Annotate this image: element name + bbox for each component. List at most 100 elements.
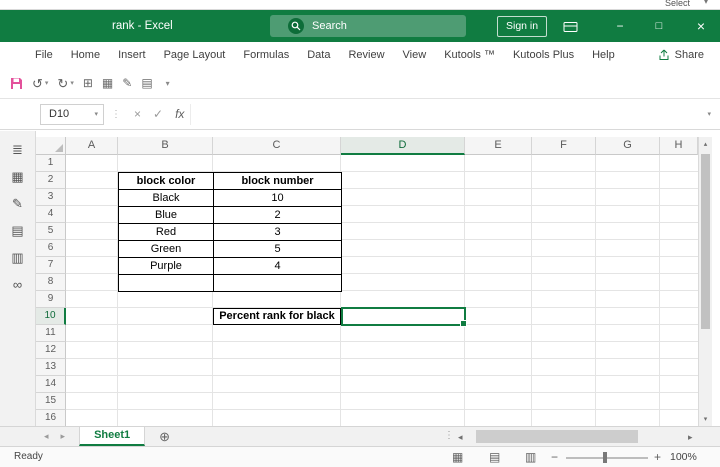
scroll-down-icon[interactable]: ▾ xyxy=(699,415,712,423)
vertical-scrollbar-thumb[interactable] xyxy=(701,154,710,329)
row-header-9[interactable]: 9 xyxy=(36,291,66,308)
add-sheet-icon[interactable]: ⊕ xyxy=(159,429,170,445)
selected-cell-D10[interactable] xyxy=(341,307,467,327)
row-header-5[interactable]: 5 xyxy=(36,223,66,240)
select-all-button[interactable] xyxy=(36,137,66,155)
tab-view[interactable]: View xyxy=(394,49,436,61)
cell-B2[interactable]: block color xyxy=(119,173,214,190)
normal-view-icon[interactable]: ▦ xyxy=(452,447,463,467)
row-header-15[interactable]: 15 xyxy=(36,393,66,410)
vertical-scrollbar[interactable]: ▴ ▾ xyxy=(698,137,712,426)
scroll-right-icon[interactable]: ▸ xyxy=(688,432,693,443)
cell-C2[interactable]: block number xyxy=(214,173,342,190)
row-header-13[interactable]: 13 xyxy=(36,359,66,376)
close-button[interactable]: × xyxy=(682,10,720,42)
pencil-icon[interactable]: ✎ xyxy=(122,76,132,90)
row-header-7[interactable]: 7 xyxy=(36,257,66,274)
share-button[interactable]: Share xyxy=(658,42,704,68)
sheet-nav-next-icon[interactable]: ▸ xyxy=(55,431,72,442)
tab-formulas[interactable]: Formulas xyxy=(234,49,298,61)
zoom-in-button[interactable]: + xyxy=(654,447,661,467)
tab-kutools[interactable]: Kutools ™ xyxy=(435,49,504,61)
tab-home[interactable]: Home xyxy=(62,49,109,61)
column-header-B[interactable]: B xyxy=(118,137,213,155)
column-header-A[interactable]: A xyxy=(66,137,118,155)
row-header-2[interactable]: 2 xyxy=(36,172,66,189)
search-box[interactable]: Search xyxy=(270,15,466,37)
table-icon[interactable]: ⊞ xyxy=(83,76,93,90)
zoom-slider[interactable] xyxy=(566,457,648,459)
row-header-11[interactable]: 11 xyxy=(36,325,66,342)
menu-icon[interactable]: ≣ xyxy=(12,143,23,157)
name-box-dropdown-icon[interactable]: ▾ xyxy=(94,110,98,118)
tab-review[interactable]: Review xyxy=(339,49,393,61)
enter-icon[interactable]: ✓ xyxy=(147,107,169,121)
zoom-level[interactable]: 100% xyxy=(670,447,697,467)
pencil-icon[interactable]: ✎ xyxy=(12,197,23,211)
tab-insert[interactable]: Insert xyxy=(109,49,155,61)
fill-handle[interactable] xyxy=(460,320,467,327)
column-header-H[interactable]: H xyxy=(660,137,698,155)
tab-help[interactable]: Help xyxy=(583,49,624,61)
cell-B7[interactable]: Purple xyxy=(119,258,214,275)
page-icon[interactable]: ▤ xyxy=(141,76,152,90)
cell-C8[interactable] xyxy=(214,275,342,292)
cell-C6[interactable]: 5 xyxy=(214,241,342,258)
cell-B3[interactable]: Black xyxy=(119,190,214,207)
sheet-nav-prev-icon[interactable]: ◂ xyxy=(38,431,55,442)
cell-C4[interactable]: 2 xyxy=(214,207,342,224)
insert-function-icon[interactable]: fx xyxy=(169,107,190,121)
cell-B8[interactable] xyxy=(119,275,214,292)
tab-file[interactable]: File xyxy=(26,49,62,61)
cancel-icon[interactable]: × xyxy=(128,107,147,121)
scroll-left-icon[interactable]: ◂ xyxy=(458,432,463,443)
row-header-6[interactable]: 6 xyxy=(36,240,66,257)
redo-dropdown-icon[interactable]: ▾ xyxy=(70,79,74,87)
binoculars-icon[interactable]: ∞ xyxy=(13,278,22,292)
zoom-out-button[interactable]: − xyxy=(551,447,558,467)
row-header-8[interactable]: 8 xyxy=(36,274,66,291)
cell-B4[interactable]: Blue xyxy=(119,207,214,224)
formula-bar-handle[interactable]: ⋮ xyxy=(111,109,121,120)
row-header-3[interactable]: 3 xyxy=(36,189,66,206)
undo-dropdown-icon[interactable]: ▾ xyxy=(45,79,49,87)
cell-B5[interactable]: Red xyxy=(119,224,214,241)
tab-data[interactable]: Data xyxy=(298,49,339,61)
row-header-1[interactable]: 1 xyxy=(36,155,66,172)
save-icon[interactable] xyxy=(10,77,23,90)
redo-button[interactable]: ↻ ▾ xyxy=(57,77,73,90)
customize-qat-icon[interactable]: ▾ xyxy=(166,79,170,88)
tab-page-layout[interactable]: Page Layout xyxy=(155,49,235,61)
scroll-up-icon[interactable]: ▴ xyxy=(699,140,712,148)
cell-C5[interactable]: 3 xyxy=(214,224,342,241)
row-header-12[interactable]: 12 xyxy=(36,342,66,359)
column-header-G[interactable]: G xyxy=(596,137,660,155)
row-header-10[interactable]: 10 xyxy=(36,308,66,325)
printer-icon[interactable]: ▤ xyxy=(11,224,23,238)
cell-C3[interactable]: 10 xyxy=(214,190,342,207)
row-header-4[interactable]: 4 xyxy=(36,206,66,223)
horizontal-scrollbar-thumb[interactable] xyxy=(476,430,638,443)
column-header-C[interactable]: C xyxy=(213,137,341,155)
cell-C7[interactable]: 4 xyxy=(214,258,342,275)
formula-input[interactable] xyxy=(190,103,698,125)
column-header-E[interactable]: E xyxy=(465,137,532,155)
sheet-tab-sheet1[interactable]: Sheet1 xyxy=(79,427,146,446)
grid-icon[interactable]: ▦ xyxy=(11,170,23,184)
row-header-14[interactable]: 14 xyxy=(36,376,66,393)
tab-bar-resize-handle[interactable]: ⋮ xyxy=(444,430,454,441)
name-box[interactable]: D10 ▾ xyxy=(40,103,104,125)
row-header-16[interactable]: 16 xyxy=(36,410,66,426)
ribbon-display-options-icon[interactable] xyxy=(563,20,578,38)
grid[interactable]: block color block number Black 10 Blue 2… xyxy=(66,155,698,426)
undo-button[interactable]: ↺ ▾ xyxy=(32,77,48,90)
tab-kutools-plus[interactable]: Kutools Plus xyxy=(504,49,583,61)
cell-C10-label[interactable]: Percent rank for black xyxy=(213,308,341,325)
minimize-button[interactable]: − xyxy=(604,10,636,42)
column-header-F[interactable]: F xyxy=(532,137,596,155)
page-layout-view-icon[interactable]: ▤ xyxy=(489,447,500,467)
formula-bar-expand-icon[interactable]: ▾ xyxy=(707,110,711,118)
table-icon[interactable]: ▥ xyxy=(11,251,23,265)
sign-in-button[interactable]: Sign in xyxy=(497,16,548,37)
zoom-slider-thumb[interactable] xyxy=(603,452,607,463)
